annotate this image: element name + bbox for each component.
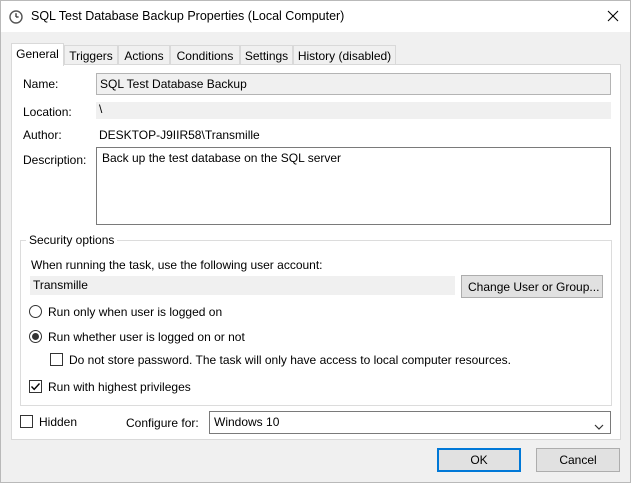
task-properties-dialog: SQL Test Database Backup Properties (Loc… bbox=[0, 0, 631, 483]
checkmark-icon bbox=[30, 383, 41, 391]
ok-button[interactable]: OK bbox=[437, 448, 521, 472]
author-value: DESKTOP-J9IIR58\Transmille bbox=[99, 128, 260, 142]
title-bar: SQL Test Database Backup Properties (Loc… bbox=[1, 1, 630, 32]
no-store-password-checkbox[interactable] bbox=[50, 353, 63, 366]
highest-privileges-label: Run with highest privileges bbox=[48, 380, 191, 394]
close-button[interactable] bbox=[599, 5, 627, 29]
chevron-down-icon bbox=[594, 419, 604, 433]
account-prompt: When running the task, use the following… bbox=[31, 258, 323, 272]
location-label: Location: bbox=[23, 105, 72, 119]
name-field[interactable]: SQL Test Database Backup bbox=[96, 73, 611, 95]
tab-conditions[interactable]: Conditions bbox=[170, 45, 240, 65]
change-user-button[interactable]: Change User or Group... bbox=[461, 275, 603, 298]
location-value: \ bbox=[96, 102, 611, 119]
tab-settings[interactable]: Settings bbox=[240, 45, 293, 65]
window-title: SQL Test Database Backup Properties (Loc… bbox=[31, 9, 345, 23]
description-field[interactable]: Back up the test database on the SQL ser… bbox=[96, 147, 611, 225]
tab-general[interactable]: General bbox=[11, 43, 64, 66]
highest-privileges-checkbox[interactable] bbox=[29, 380, 42, 393]
tab-actions[interactable]: Actions bbox=[118, 45, 170, 65]
name-label: Name: bbox=[23, 77, 59, 91]
configure-for-dropdown[interactable]: Windows 10 bbox=[209, 411, 611, 434]
tab-triggers[interactable]: Triggers bbox=[64, 45, 118, 65]
cancel-button[interactable]: Cancel bbox=[536, 448, 620, 472]
user-account-field: Transmille bbox=[30, 276, 455, 295]
security-options-title: Security options bbox=[26, 233, 118, 247]
general-tab-panel: Name: SQL Test Database Backup Location:… bbox=[11, 64, 621, 440]
hidden-label: Hidden bbox=[39, 415, 78, 429]
description-label: Description: bbox=[23, 153, 87, 167]
radio-selected-dot bbox=[32, 333, 39, 340]
run-logged-on-radio[interactable] bbox=[29, 305, 42, 318]
configure-for-label: Configure for: bbox=[126, 416, 199, 430]
hidden-checkbox[interactable] bbox=[20, 415, 33, 428]
run-whether-radio[interactable] bbox=[29, 330, 42, 343]
tab-history[interactable]: History (disabled) bbox=[293, 45, 396, 65]
configure-for-value: Windows 10 bbox=[214, 415, 280, 429]
author-label: Author: bbox=[23, 128, 62, 142]
no-store-password-label: Do not store password. The task will onl… bbox=[69, 353, 511, 367]
run-logged-on-label: Run only when user is logged on bbox=[48, 305, 223, 319]
clock-task-icon bbox=[9, 10, 23, 24]
run-whether-label: Run whether user is logged on or not bbox=[48, 330, 245, 344]
close-icon bbox=[607, 10, 619, 25]
